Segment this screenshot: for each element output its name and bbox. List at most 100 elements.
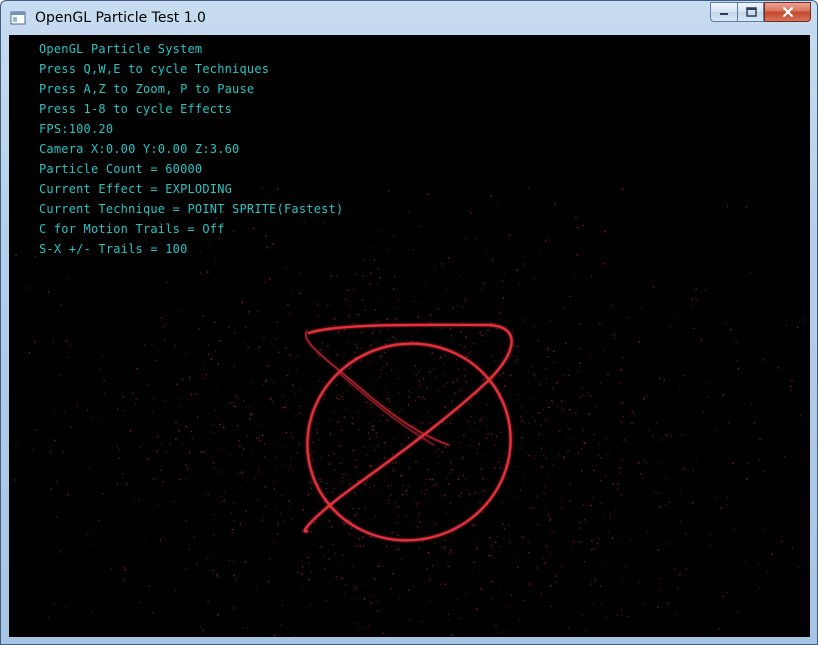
- particle-dot: [550, 553, 552, 555]
- particle-dot: [484, 340, 486, 343]
- particle-dot: [342, 554, 344, 556]
- particle-dot: [104, 392, 106, 395]
- particle-dot: [736, 610, 739, 612]
- particle-dot: [547, 350, 550, 352]
- particle-dot: [359, 545, 361, 547]
- particle-dot: [427, 193, 429, 195]
- particle-dot: [509, 463, 511, 465]
- particle-dot: [346, 390, 348, 392]
- title-bar[interactable]: OpenGL Particle Test 1.0: [1, 1, 817, 35]
- particle-dot: [553, 362, 555, 364]
- particle-dot: [160, 469, 162, 472]
- particle-dot: [758, 459, 760, 461]
- particle-dot: [279, 623, 281, 625]
- particle-dot: [593, 433, 595, 436]
- particle-dot: [613, 334, 615, 336]
- particle-dot: [536, 567, 538, 569]
- particle-dot: [429, 422, 432, 425]
- particle-dot: [212, 423, 214, 425]
- particle-dot: [299, 405, 301, 407]
- particle-dot: [453, 381, 455, 383]
- particle-dot: [259, 440, 261, 442]
- particle-dot: [627, 615, 629, 618]
- particle-dot: [545, 367, 547, 369]
- particle-dot: [500, 307, 502, 309]
- particle-dot: [386, 398, 388, 400]
- particle-dot: [405, 490, 407, 492]
- particle-dot: [447, 613, 449, 615]
- particle-dot: [444, 406, 446, 408]
- particle-dot: [397, 377, 399, 379]
- particle-dot: [434, 265, 436, 267]
- particle-dot: [416, 526, 419, 528]
- particle-dot: [431, 352, 433, 354]
- particle-dot: [163, 325, 165, 328]
- particle-dot: [429, 478, 431, 481]
- particle-dot: [730, 329, 732, 331]
- particle-dot: [193, 536, 196, 538]
- particle-dot: [427, 469, 430, 471]
- particle-dot: [469, 426, 471, 428]
- particle-dot: [412, 425, 415, 427]
- particle-dot: [420, 398, 422, 400]
- particle-dot: [393, 288, 395, 290]
- particle-dot: [767, 572, 769, 574]
- particle-dot: [591, 549, 593, 551]
- particle-dot: [343, 473, 346, 475]
- particle-dot: [302, 509, 304, 511]
- particle-dot: [701, 339, 703, 342]
- particle-dot: [290, 508, 292, 510]
- minimize-button[interactable]: [710, 2, 737, 22]
- particle-dot: [185, 463, 187, 466]
- close-button[interactable]: [764, 2, 811, 22]
- particle-dot: [512, 329, 515, 331]
- particle-dot: [511, 594, 513, 596]
- particle-dot: [456, 379, 458, 382]
- particle-dot: [369, 594, 371, 597]
- particle-dot: [516, 557, 518, 559]
- opengl-viewport[interactable]: OpenGL Particle System Press Q,W,E to cy…: [9, 35, 810, 637]
- particle-dot: [531, 366, 533, 368]
- particle-dot: [262, 515, 264, 518]
- particle-dot: [480, 331, 482, 333]
- particle-dot: [413, 300, 415, 303]
- particle-dot: [390, 494, 392, 496]
- particle-dot: [435, 376, 438, 378]
- particle-dot: [643, 396, 645, 398]
- particle-dot: [498, 398, 500, 400]
- particle-dot: [324, 568, 326, 570]
- particle-dot: [464, 368, 466, 370]
- particle-dot: [579, 362, 581, 364]
- maximize-button[interactable]: [737, 2, 764, 22]
- particle-dot: [339, 393, 341, 395]
- particle-dot: [123, 579, 125, 581]
- particle-dot: [339, 462, 342, 465]
- particle-dot: [376, 282, 379, 284]
- particle-dot: [498, 201, 500, 203]
- particle-dot: [463, 418, 466, 420]
- particle-dot: [257, 499, 260, 501]
- particle-dot: [590, 583, 592, 585]
- particle-dot: [370, 271, 372, 274]
- particle-dot: [334, 317, 336, 320]
- particle-dot: [785, 324, 788, 326]
- particle-dot: [621, 460, 624, 462]
- particle-dot: [545, 457, 547, 459]
- particle-dot: [599, 322, 601, 324]
- particle-dot: [330, 275, 332, 277]
- particle-dot: [720, 507, 723, 509]
- particle-dot: [431, 565, 434, 567]
- particle-dot: [122, 396, 124, 398]
- particle-dot: [444, 495, 446, 497]
- particle-dot: [76, 405, 78, 407]
- particle-dot: [577, 227, 579, 229]
- particle-dot: [583, 561, 586, 563]
- particle-dot: [715, 429, 718, 431]
- particle-dot: [646, 394, 648, 397]
- particle-dot: [316, 431, 319, 433]
- particle-dot: [370, 246, 373, 248]
- particle-dot: [347, 475, 349, 477]
- particle-dot: [417, 371, 420, 373]
- particle-dot: [648, 429, 650, 432]
- particle-dot: [374, 309, 376, 311]
